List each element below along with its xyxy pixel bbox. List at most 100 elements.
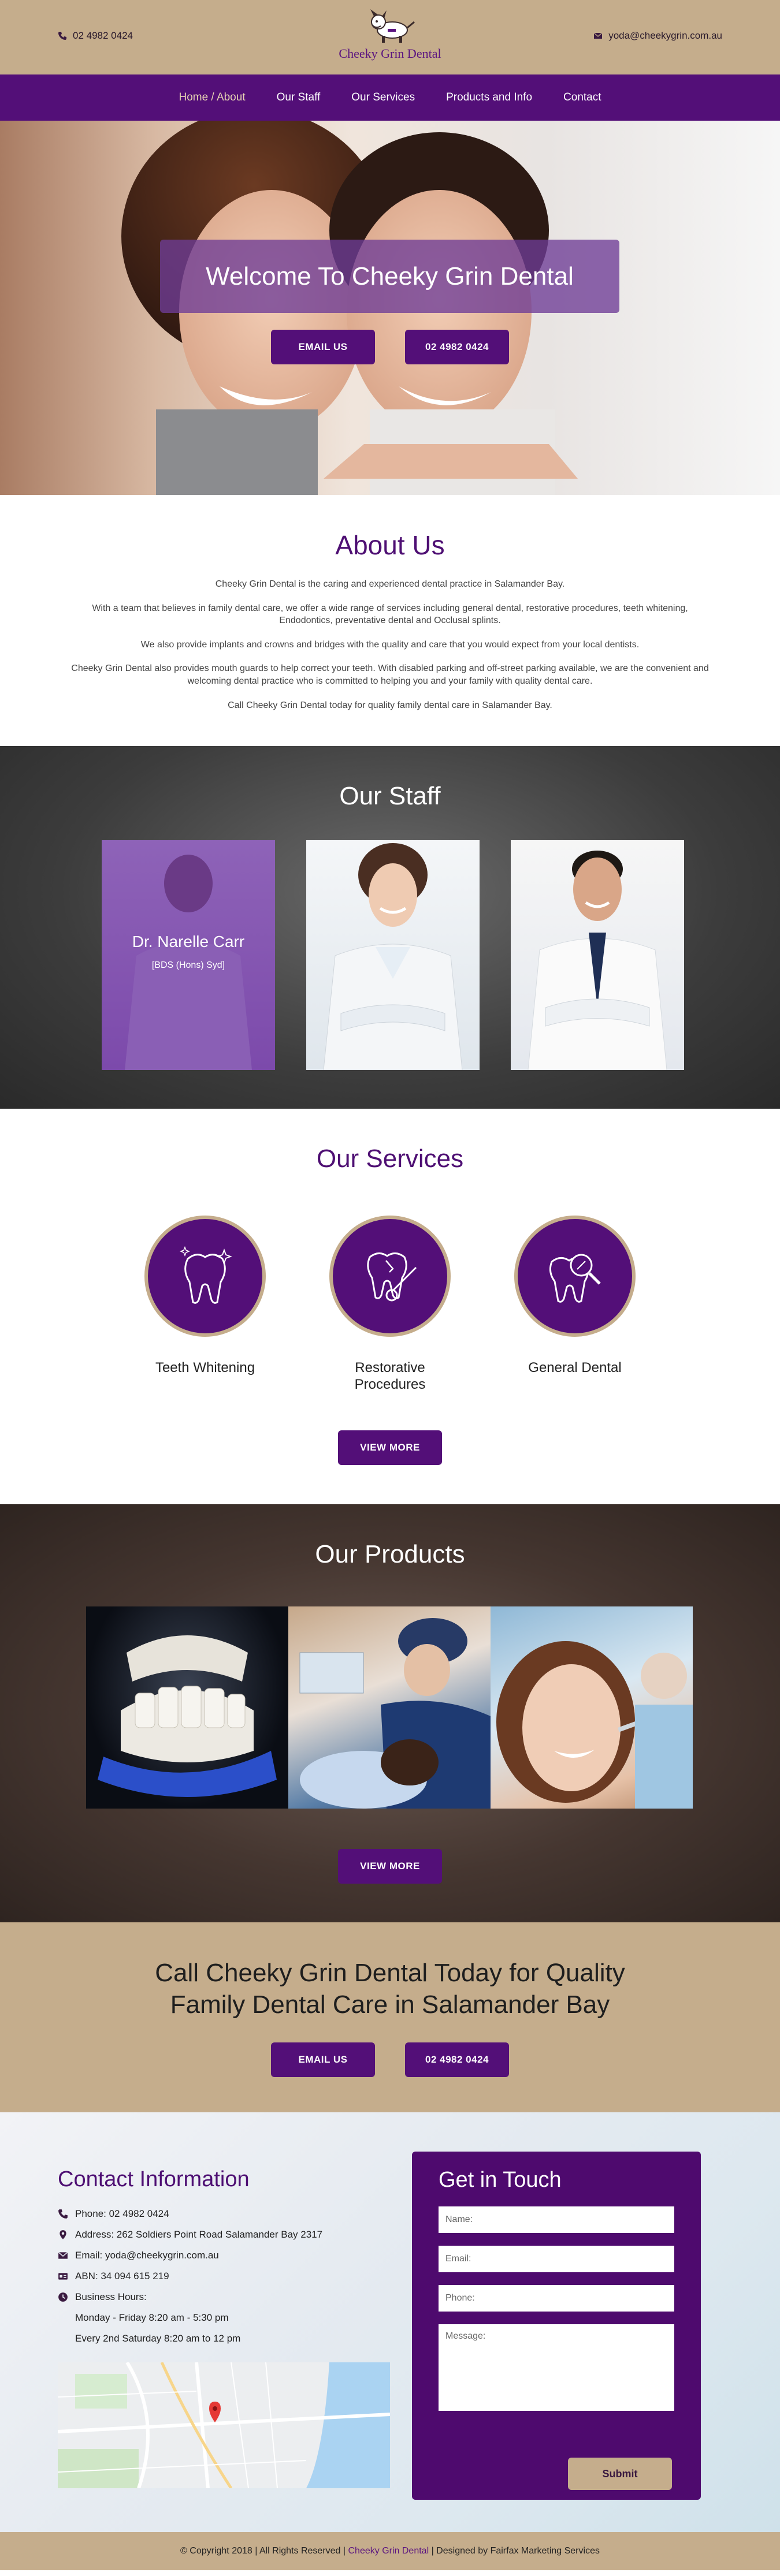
envelope-icon xyxy=(593,32,603,39)
submit-button[interactable]: Submit xyxy=(568,2458,672,2490)
service-circle xyxy=(514,1216,636,1337)
about-section: About Us Cheeky Grin Dental is the carin… xyxy=(0,495,780,746)
staff-cards: Dr. Narelle Carr [BDS (Hons) Syd] xyxy=(102,840,684,1070)
staff-card[interactable]: Dr. Narelle Carr [BDS (Hons) Syd] xyxy=(102,840,275,1070)
service-item[interactable]: Teeth Whitening xyxy=(144,1216,266,1393)
hero-banner: Welcome To Cheeky Grin Dental EMAIL US 0… xyxy=(0,121,780,495)
nav-item-contact[interactable]: Contact xyxy=(548,91,616,104)
message-field[interactable]: Message: xyxy=(439,2324,674,2411)
cta-buttons: EMAIL US 02 4982 0424 xyxy=(0,2042,780,2077)
services-section: Our Services Teeth Whitening Restorative… xyxy=(0,1109,780,1504)
hero-phone-button[interactable]: 02 4982 0424 xyxy=(405,330,509,364)
staff-section: Our Staff Dr. Narelle Carr [BDS (Hons) S… xyxy=(0,746,780,1109)
about-paragraph: We also provide implants and crowns and … xyxy=(140,639,640,650)
footer-copyright: © Copyright 2018 | All Rights Reserved | xyxy=(180,2546,346,2556)
contact-email[interactable]: Email: yoda@cheekygrin.com.au xyxy=(58,2245,393,2266)
products-gallery xyxy=(86,1606,693,1809)
name-field[interactable]: Name: xyxy=(439,2206,674,2233)
product-image[interactable] xyxy=(288,1606,491,1809)
header-phone[interactable]: 02 4982 0424 xyxy=(58,30,133,42)
about-title: About Us xyxy=(335,530,445,560)
product-image[interactable] xyxy=(86,1606,288,1809)
logo[interactable]: Cheeky Grin Dental xyxy=(329,8,451,63)
map-pin-icon xyxy=(60,2230,66,2239)
staff-photo xyxy=(528,851,667,1070)
envelope-icon xyxy=(58,2251,68,2259)
contact-section: Contact Information Phone: 02 4982 0424 … xyxy=(0,2112,780,2532)
product-image[interactable] xyxy=(491,1606,693,1809)
service-circle xyxy=(329,1216,451,1337)
contact-hours-label: Business Hours: xyxy=(75,2291,147,2302)
service-circle xyxy=(144,1216,266,1337)
staff-photo xyxy=(323,843,463,1070)
contact-email-text: Email: yoda@cheekygrin.com.au xyxy=(75,2250,219,2261)
hours-saturday: Every 2nd Saturday 8:20 am to 12 pm xyxy=(75,2333,241,2344)
hero-title: Welcome To Cheeky Grin Dental xyxy=(206,262,574,290)
contact-address-text: Address: 262 Soldiers Point Road Salaman… xyxy=(75,2229,323,2240)
cta-phone-button[interactable]: 02 4982 0424 xyxy=(405,2042,509,2077)
location-map[interactable] xyxy=(58,2362,390,2488)
about-paragraph: Cheeky Grin Dental is the caring and exp… xyxy=(215,579,565,589)
dog-logo-icon xyxy=(370,9,415,43)
hero-title-box: Welcome To Cheeky Grin Dental xyxy=(160,240,619,313)
service-label: Teeth Whitening xyxy=(155,1360,255,1375)
service-label: General Dental xyxy=(528,1360,622,1375)
header-email-text: yoda@cheekygrin.com.au xyxy=(608,30,722,41)
nav-item-our-staff[interactable]: Our Staff xyxy=(261,91,336,104)
phone-field[interactable]: Phone: xyxy=(439,2285,674,2312)
staff-name: Dr. Narelle Carr xyxy=(132,933,245,950)
staff-photo xyxy=(125,855,252,1070)
footer: © Copyright 2018 | All Rights Reserved |… xyxy=(0,2532,780,2570)
footer-brand-link[interactable]: Cheeky Grin Dental xyxy=(348,2546,429,2556)
cta-title-line-1: Call Cheeky Grin Dental Today for Qualit… xyxy=(155,1959,625,1987)
about-paragraph: With a team that believes in family dent… xyxy=(92,603,688,626)
tooth-magnifier-icon xyxy=(549,1254,601,1303)
contact-abn: ABN: 34 094 615 219 xyxy=(58,2266,393,2287)
main-nav: Home / About Our Staff Our Services Prod… xyxy=(0,74,780,121)
email-field[interactable]: Email: xyxy=(439,2246,674,2272)
contact-phone[interactable]: Phone: 02 4982 0424 xyxy=(58,2204,393,2224)
contact-address: Address: 262 Soldiers Point Road Salaman… xyxy=(58,2224,393,2245)
map-image xyxy=(58,2362,390,2488)
nav-item-our-services[interactable]: Our Services xyxy=(336,91,430,104)
cta-title-line-2: Family Dental Care in Salamander Bay xyxy=(170,1990,610,2019)
header-email[interactable]: yoda@cheekygrin.com.au xyxy=(593,30,722,42)
staff-card[interactable] xyxy=(306,840,480,1070)
about-paragraph: Cheeky Grin Dental also provides mouth g… xyxy=(71,663,709,686)
cta-email-button[interactable]: EMAIL US xyxy=(271,2042,375,2077)
contact-abn-text: ABN: 34 094 615 219 xyxy=(75,2271,169,2282)
dental-procedure-image xyxy=(299,1618,491,1809)
staff-card[interactable] xyxy=(511,840,684,1070)
products-section: Our Products VIEW MORE xyxy=(0,1504,780,1922)
phone-icon xyxy=(58,2209,68,2219)
tooth-mirror-icon xyxy=(367,1252,417,1302)
top-bar: 02 4982 0424 Cheeky Grin Dental yoda@che… xyxy=(0,0,780,74)
service-label: Restorative Procedures xyxy=(354,1360,426,1392)
hours-weekday: Monday - Friday 8:20 am - 5:30 pm xyxy=(75,2312,229,2323)
services-view-more-button[interactable]: VIEW MORE xyxy=(338,1430,442,1465)
patient-smile-image xyxy=(496,1641,693,1809)
nav-item-home-about[interactable]: Home / About xyxy=(163,91,261,104)
nav-item-products-info[interactable]: Products and Info xyxy=(430,91,548,104)
contact-title: Contact Information xyxy=(58,2167,250,2191)
products-view-more-button[interactable]: VIEW MORE xyxy=(338,1849,442,1884)
dental-model-image xyxy=(98,1635,277,1797)
about-paragraph: Call Cheeky Grin Dental today for qualit… xyxy=(228,700,552,710)
footer-designer: | Designed by Fairfax Marketing Services xyxy=(431,2546,600,2556)
clock-icon xyxy=(58,2292,68,2302)
service-item[interactable]: Restorative Procedures xyxy=(329,1216,451,1393)
services-title: Our Services xyxy=(316,1145,464,1173)
form-title: Get in Touch xyxy=(439,2168,562,2192)
products-title: Our Products xyxy=(315,1540,465,1568)
phone-icon xyxy=(58,32,66,40)
staff-title: Our Staff xyxy=(339,782,441,810)
tooth-sparkle-icon xyxy=(179,1246,232,1304)
call-to-action: Call Cheeky Grin Dental Today for Qualit… xyxy=(0,1922,780,2112)
business-card-icon xyxy=(58,2273,68,2280)
contact-form: Get in Touch Name: Email: Phone: Message… xyxy=(412,2152,701,2500)
hero-buttons: EMAIL US 02 4982 0424 xyxy=(0,330,780,364)
logo-text: Cheeky Grin Dental xyxy=(339,46,441,61)
hero-email-button[interactable]: EMAIL US xyxy=(271,330,375,364)
service-item[interactable]: General Dental xyxy=(514,1216,636,1393)
contact-hours: Business Hours: xyxy=(58,2287,393,2307)
